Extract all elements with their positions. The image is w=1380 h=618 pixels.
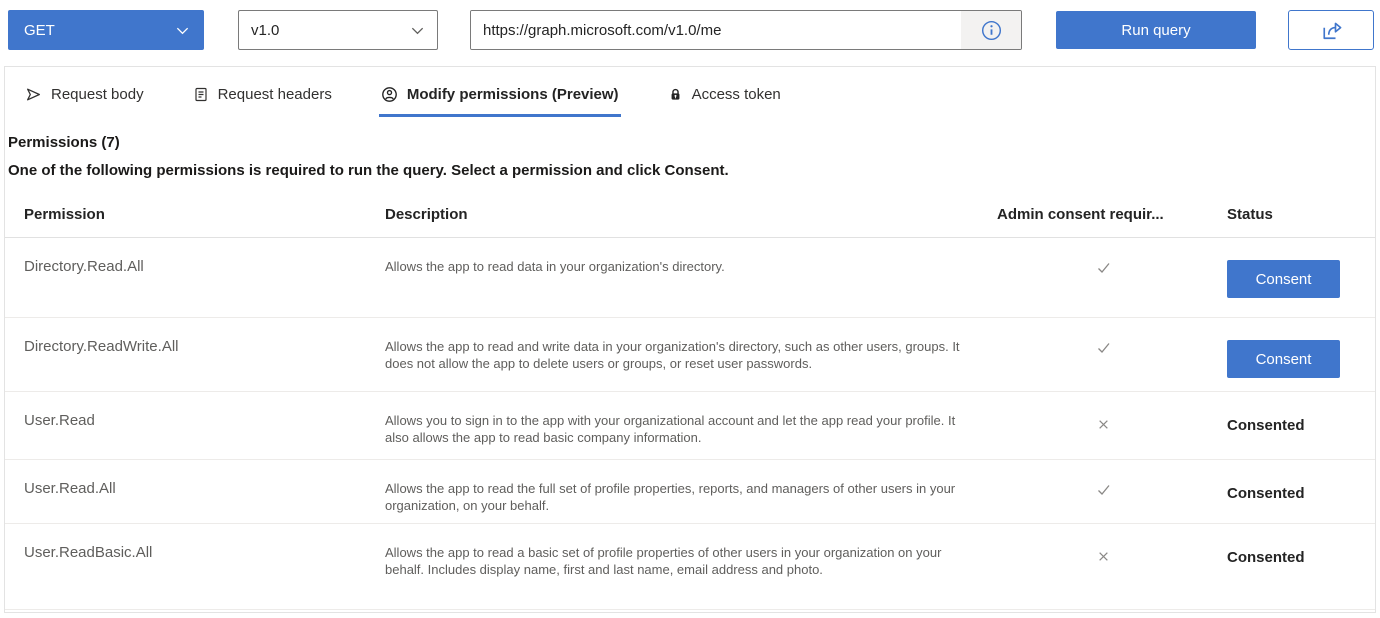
status-cell: Consented [1222,480,1375,523]
tab-modify-permissions-preview[interactable]: Modify permissions (Preview) [379,84,621,117]
permission-description: Allows the app to read and write data in… [385,338,985,391]
status-consented-label: Consented [1227,544,1305,566]
permissions-table-header: Permission Description Admin consent req… [5,192,1375,238]
column-header-description: Description [385,206,985,223]
permission-name: User.Read.All [5,480,385,523]
table-row: Directory.ReadWrite.AllAllows the app to… [5,318,1375,392]
tab-request-headers[interactable]: Request headers [191,84,334,117]
permission-name: User.ReadBasic.All [5,544,385,609]
person-permissions-icon [381,86,398,103]
permission-name: User.Read [5,412,385,459]
permissions-table: Permission Description Admin consent req… [5,192,1375,610]
lock-icon [668,86,683,103]
admin-consent-cell [985,258,1222,317]
share-icon [1319,18,1343,42]
request-url-input[interactable] [471,11,961,49]
admin-consent-cell [985,480,1222,523]
tab-label: Request headers [218,86,332,103]
run-query-button[interactable]: Run query [1056,11,1256,49]
permission-description: Allows the app to read data in your orga… [385,258,985,317]
api-version-value: v1.0 [251,22,279,39]
check-icon [1096,340,1112,361]
column-header-admin-consent: Admin consent requir... [985,206,1222,223]
permissions-table-body: Directory.Read.AllAllows the app to read… [5,238,1375,610]
chevron-down-icon [175,23,190,38]
chevron-down-icon [410,23,425,38]
document-icon [193,86,209,103]
permission-description: Allows the app to read the full set of p… [385,480,985,523]
permissions-heading: Permissions (7) [8,134,1375,151]
table-row: User.Read.AllAllows the app to read the … [5,460,1375,524]
check-icon [1096,260,1112,281]
request-toolbar: GET v1.0 Run query [0,0,1380,62]
admin-consent-cell [985,338,1222,391]
send-icon [25,86,42,103]
tab-request-body[interactable]: Request body [23,84,146,117]
status-consented-label: Consented [1227,480,1305,502]
table-row: User.ReadAllows you to sign in to the ap… [5,392,1375,460]
column-header-permission: Permission [5,206,385,223]
permission-name: Directory.ReadWrite.All [5,338,385,391]
admin-consent-cell [985,544,1222,609]
permission-description: Allows you to sign in to the app with yo… [385,412,985,459]
tab-label: Modify permissions (Preview) [407,86,619,103]
http-method-value: GET [24,22,55,39]
request-detail-panel: Request body Request headers Modify permis… [4,66,1376,613]
http-method-dropdown[interactable]: GET [8,10,204,50]
share-button[interactable] [1288,10,1374,50]
table-row: Directory.Read.AllAllows the app to read… [5,238,1375,318]
table-row: User.ReadBasic.AllAllows the app to read… [5,524,1375,610]
status-cell: Consent [1222,338,1375,391]
permission-description: Allows the app to read a basic set of pr… [385,544,985,609]
consent-button[interactable]: Consent [1227,340,1340,378]
status-cell: Consent [1222,258,1375,317]
check-icon [1096,482,1112,503]
cross-icon [1098,546,1109,567]
info-icon [981,20,1002,41]
permissions-instruction: One of the following permissions is requ… [8,162,1375,179]
tab-label: Access token [692,86,781,103]
status-consented-label: Consented [1227,412,1305,434]
status-cell: Consented [1222,412,1375,459]
permission-name: Directory.Read.All [5,258,385,317]
request-tabs: Request body Request headers Modify permis… [5,67,1375,117]
url-info-button[interactable] [961,11,1021,49]
tab-access-token[interactable]: Access token [666,84,783,117]
consent-button[interactable]: Consent [1227,260,1340,298]
status-cell: Consented [1222,544,1375,609]
admin-consent-cell [985,412,1222,459]
column-header-status: Status [1222,206,1375,223]
request-url-box [470,10,1022,50]
api-version-dropdown[interactable]: v1.0 [238,10,438,50]
tab-label: Request body [51,86,144,103]
cross-icon [1098,414,1109,435]
